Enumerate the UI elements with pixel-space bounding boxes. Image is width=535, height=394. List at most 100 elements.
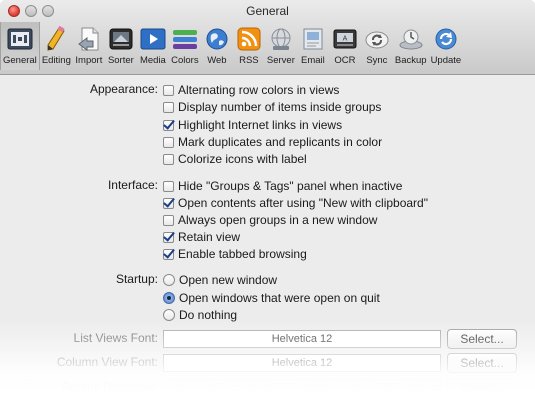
tab-email[interactable]: Email — [297, 22, 329, 70]
checkbox-label: Hide "Groups & Tags" panel when inactive — [178, 179, 403, 193]
update-icon — [432, 26, 460, 52]
startup-open-new-window-radio[interactable]: Open new window — [163, 272, 277, 288]
tab-ocr[interactable]: A OCR — [329, 22, 361, 70]
tab-label: OCR — [334, 55, 356, 66]
checkbox-box[interactable] — [163, 231, 174, 243]
tab-label: Sync — [366, 55, 388, 66]
checkbox-box[interactable] — [163, 180, 174, 192]
tab-rss[interactable]: RSS — [233, 22, 265, 70]
help-button[interactable]: ? — [18, 379, 35, 394]
checkbox-box[interactable] — [163, 153, 174, 165]
tab-label: Server — [266, 55, 295, 66]
color-stripes-icon — [171, 26, 199, 52]
hide-groups-tags-panel-checkbox[interactable]: Hide "Groups & Tags" panel when inactive — [163, 178, 402, 194]
title-bar: General General Editing Import Sorter Me… — [0, 0, 535, 75]
mark-duplicates-checkbox[interactable]: Mark duplicates and replicants in color — [163, 134, 382, 150]
display-item-count-checkbox[interactable]: Display number of items inside groups — [163, 99, 381, 115]
interface-label: Interface: — [107, 178, 158, 192]
column-view-font-select-button[interactable]: Select... — [447, 353, 517, 373]
general-preferences-panel: Appearance: Alternating row colors in vi… — [0, 75, 535, 394]
tab-label: RSS — [239, 55, 259, 66]
list-views-font-label: List Views Font: — [73, 331, 158, 345]
checkbox-box[interactable] — [163, 84, 174, 96]
tab-server[interactable]: Server — [265, 22, 297, 70]
email-icon — [299, 26, 327, 52]
checkbox-label: Retain view — [178, 230, 241, 244]
pencil-icon — [42, 26, 70, 52]
highlight-internet-links-checkbox[interactable]: Highlight Internet links in views — [163, 117, 342, 133]
default-database-select-button[interactable]: Select... — [447, 378, 517, 394]
default-database-path-field: /Users/eb/Documents/DEVONtechnologies/DE… — [163, 379, 441, 394]
tab-label: Import — [75, 55, 103, 66]
column-view-font-label: Column View Font: — [56, 355, 158, 369]
checkbox-box[interactable] — [163, 214, 174, 226]
tab-label: Backup — [394, 55, 427, 66]
tab-sync[interactable]: Sync — [361, 22, 393, 70]
tab-label: Email — [300, 55, 325, 66]
tab-label: Media — [139, 55, 166, 66]
startup-label: Startup: — [115, 272, 158, 286]
tab-update[interactable]: Update — [429, 22, 464, 70]
checkbox-label: Always open groups in a new window — [178, 213, 378, 227]
startup-open-windows-on-quit-radio[interactable]: Open windows that were open on quit — [163, 290, 380, 306]
list-views-font-field: Helvetica 12 — [163, 330, 441, 348]
tab-import[interactable]: Import — [73, 22, 105, 70]
preferences-window: General General Editing Import Sorter Me… — [0, 0, 535, 394]
checkbox-box[interactable] — [163, 119, 174, 131]
tab-web[interactable]: Web — [201, 22, 233, 70]
radio-label: Open windows that were open on quit — [179, 291, 380, 305]
checkbox-label: Alternating row colors in views — [178, 83, 340, 97]
checkbox-box[interactable] — [163, 248, 174, 260]
preferences-toolbar: General Editing Import Sorter Media Colo… — [0, 22, 463, 72]
tab-label: Update — [430, 55, 462, 66]
checkbox-box[interactable] — [163, 101, 174, 113]
general-prefs-icon — [6, 26, 34, 52]
checkbox-label: Mark duplicates and replicants in color — [178, 135, 383, 149]
radio-label: Do nothing — [179, 308, 238, 322]
checkbox-box[interactable] — [163, 197, 174, 209]
appearance-label: Appearance: — [89, 82, 158, 96]
retain-view-checkbox[interactable]: Retain view — [163, 229, 240, 245]
colorize-icons-checkbox[interactable]: Colorize icons with label — [163, 151, 307, 167]
list-views-font-select-button[interactable]: Select... — [447, 329, 517, 349]
sync-icon — [363, 26, 391, 52]
radio-button[interactable] — [163, 274, 175, 286]
checkbox-label: Colorize icons with label — [178, 152, 307, 166]
tab-media[interactable]: Media — [137, 22, 169, 70]
checkbox-label: Enable tabbed browsing — [178, 247, 307, 261]
tab-sorter[interactable]: Sorter — [105, 22, 137, 70]
checkbox-box[interactable] — [163, 136, 174, 148]
alternating-row-colors-checkbox[interactable]: Alternating row colors in views — [163, 82, 339, 98]
ocr-scanner-icon: A — [331, 26, 359, 52]
tab-backup[interactable]: Backup — [393, 22, 429, 70]
checkbox-label: Display number of items inside groups — [178, 100, 382, 114]
sorter-icon — [107, 26, 135, 52]
globe-icon — [203, 26, 231, 52]
default-database-label: Default Database: — [61, 380, 158, 394]
window-title: General — [246, 4, 289, 18]
startup-do-nothing-radio[interactable]: Do nothing — [163, 307, 237, 323]
rss-icon — [235, 26, 263, 52]
tab-label: General — [3, 55, 37, 66]
import-document-icon — [75, 26, 103, 52]
tab-label: Colors — [171, 55, 199, 66]
tab-label: Editing — [41, 55, 71, 66]
enable-tabbed-browsing-checkbox[interactable]: Enable tabbed browsing — [163, 246, 307, 262]
open-contents-after-clipboard-checkbox[interactable]: Open contents after using "New with clip… — [163, 195, 428, 211]
tab-label: Web — [207, 55, 227, 66]
checkbox-label: Highlight Internet links in views — [178, 118, 343, 132]
backup-icon — [397, 26, 425, 52]
svg-text:A: A — [343, 36, 348, 43]
checkbox-label: Open contents after using "New with clip… — [178, 196, 428, 210]
column-view-font-field: Helvetica 12 — [163, 354, 441, 372]
server-icon — [267, 26, 295, 52]
radio-label: Open new window — [179, 273, 278, 287]
tab-general[interactable]: General — [0, 22, 40, 70]
tab-colors[interactable]: Colors — [169, 22, 201, 70]
radio-button[interactable] — [163, 309, 175, 321]
open-groups-new-window-checkbox[interactable]: Always open groups in a new window — [163, 212, 377, 228]
tab-label: Sorter — [107, 55, 134, 66]
tab-editing[interactable]: Editing — [40, 22, 73, 70]
media-play-icon — [139, 26, 167, 52]
radio-button[interactable] — [163, 292, 175, 304]
